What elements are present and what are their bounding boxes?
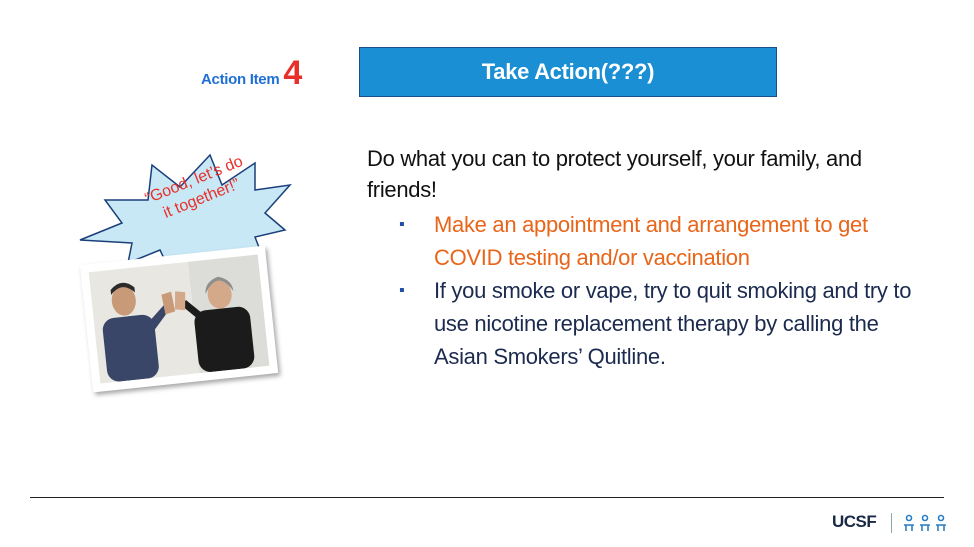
high-five-image xyxy=(88,254,270,384)
footer-divider xyxy=(30,497,944,498)
asian-smokers-quitline-logo-icon xyxy=(904,514,946,531)
action-item-label: Action Item 4 xyxy=(201,56,302,90)
bullet-text: Make an appointment and arrangement to g… xyxy=(434,212,868,270)
ucsf-logo: UCSF xyxy=(832,512,877,531)
title-banner: Take Action(???) xyxy=(359,47,777,97)
intro-text: Do what you can to protect yourself, you… xyxy=(367,146,862,202)
square-bullet-icon: ▪ xyxy=(399,216,405,233)
action-item-text: Action Item xyxy=(201,71,280,88)
bullet-list: ▪ Make an appointment and arrangement to… xyxy=(399,208,919,373)
bullet-item-quit-smoking: ▪ If you smoke or vape, try to quit smok… xyxy=(399,274,919,373)
bullet-text: If you smoke or vape, try to quit smokin… xyxy=(434,278,912,369)
logo-separator xyxy=(891,513,892,533)
bullet-item-testing: ▪ Make an appointment and arrangement to… xyxy=(399,208,919,274)
square-bullet-icon: ▪ xyxy=(399,282,405,299)
slide-title: Take Action(???) xyxy=(481,59,655,84)
high-five-photo xyxy=(79,245,279,393)
action-item-number: 4 xyxy=(283,54,303,92)
